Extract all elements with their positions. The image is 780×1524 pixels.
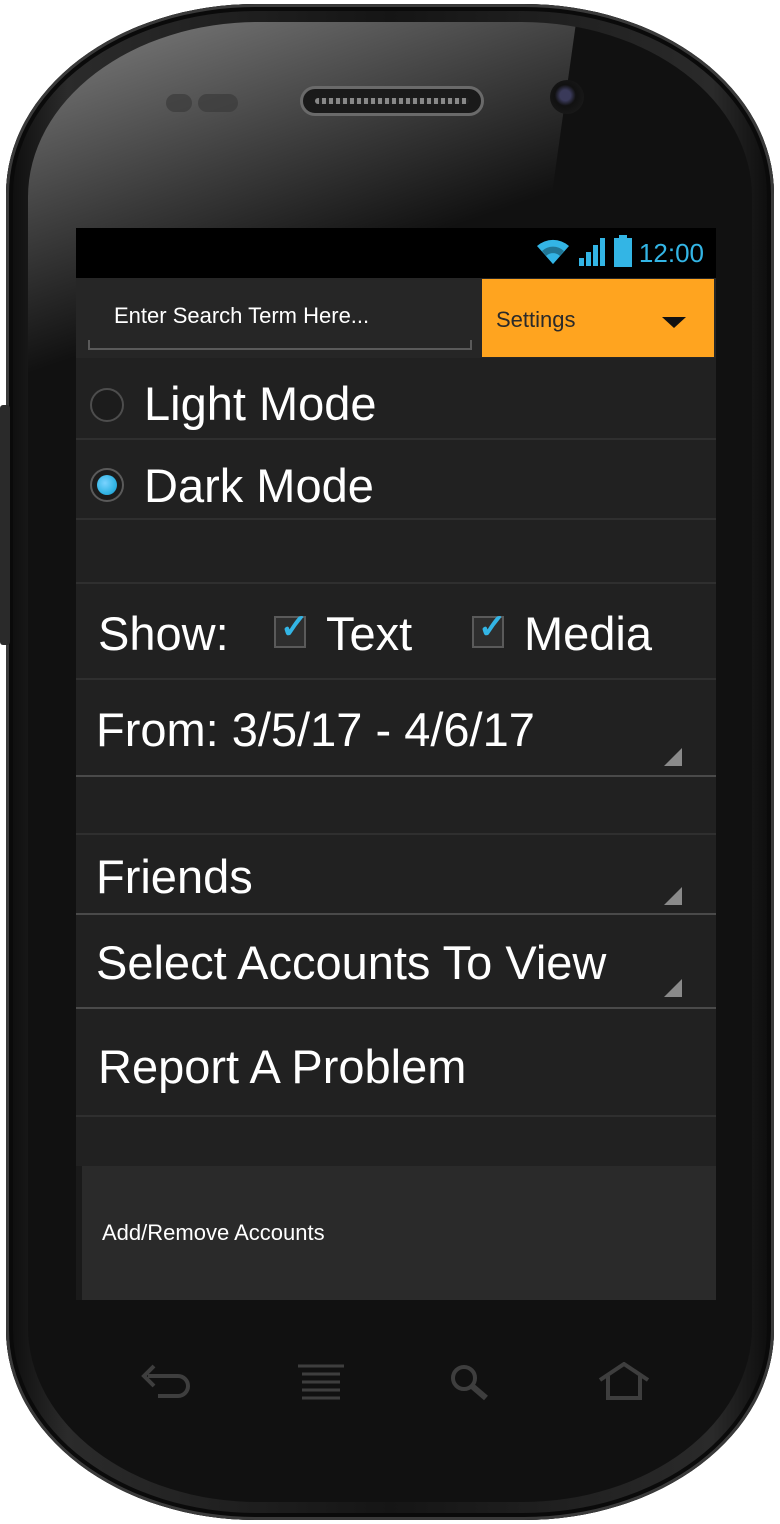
status-bar: 12:00 <box>76 228 716 278</box>
media-checkbox-label[interactable]: Media <box>524 606 652 661</box>
dark-mode-option[interactable]: Dark Mode <box>76 440 716 520</box>
dark-mode-label: Dark Mode <box>144 459 374 512</box>
wifi-icon <box>533 236 573 271</box>
front-camera <box>550 80 584 114</box>
spinner-corner-icon <box>664 979 682 997</box>
checkmark-icon: ✓ <box>478 608 507 646</box>
add-remove-accounts-button[interactable]: Add/Remove Accounts <box>76 1166 716 1300</box>
spinner-corner-icon <box>664 887 682 905</box>
back-icon[interactable] <box>140 1362 190 1407</box>
divider <box>76 913 716 915</box>
accounts-spinner[interactable]: Select Accounts To View <box>76 917 716 1007</box>
text-checkbox-label[interactable]: Text <box>326 606 412 661</box>
settings-dropdown-label: Settings <box>496 307 576 332</box>
volume-button <box>0 405 10 645</box>
light-mode-label: Light Mode <box>144 377 377 430</box>
settings-dropdown[interactable]: Settings <box>482 279 714 357</box>
action-bar: Settings <box>76 278 716 358</box>
report-problem-label: Report A Problem <box>98 1040 467 1093</box>
phone-screen: 12:00 Settings Light Mode Dark Mode Show… <box>76 228 716 1300</box>
light-mode-radio[interactable] <box>90 388 124 422</box>
spinner-corner-icon <box>664 748 682 766</box>
spacer-row <box>76 520 716 584</box>
signal-icon <box>578 236 607 271</box>
search-input[interactable] <box>112 302 456 330</box>
dark-mode-radio[interactable] <box>90 468 124 502</box>
battery-icon <box>613 234 633 272</box>
add-remove-accounts-label: Add/Remove Accounts <box>102 1220 325 1245</box>
text-checkbox[interactable]: ✓ <box>274 610 309 648</box>
light-mode-option[interactable]: Light Mode <box>76 358 716 440</box>
date-range-label: From: 3/5/17 - 4/6/17 <box>96 703 535 756</box>
report-problem-item[interactable]: Report A Problem <box>76 1009 716 1117</box>
audience-spinner[interactable]: Friends <box>76 835 716 913</box>
dropdown-arrow-icon <box>662 317 686 328</box>
accounts-spinner-label: Select Accounts To View <box>96 936 607 989</box>
search-icon[interactable] <box>448 1362 492 1407</box>
date-range-spinner[interactable]: From: 3/5/17 - 4/6/17 <box>76 680 716 776</box>
show-filter-row: Show: ✓ Text ✓ Media <box>76 584 716 680</box>
proximity-sensor <box>166 94 192 112</box>
audience-label: Friends <box>96 850 253 903</box>
checkmark-icon: ✓ <box>280 608 309 646</box>
home-icon[interactable] <box>596 1361 652 1407</box>
show-label: Show: <box>98 607 229 660</box>
search-field[interactable] <box>88 292 472 350</box>
light-sensor <box>198 94 238 112</box>
media-checkbox[interactable]: ✓ <box>472 610 507 648</box>
spacer-row <box>76 777 716 835</box>
menu-icon[interactable] <box>296 1362 346 1407</box>
status-time: 12:00 <box>638 237 704 268</box>
earpiece-speaker <box>300 86 484 116</box>
